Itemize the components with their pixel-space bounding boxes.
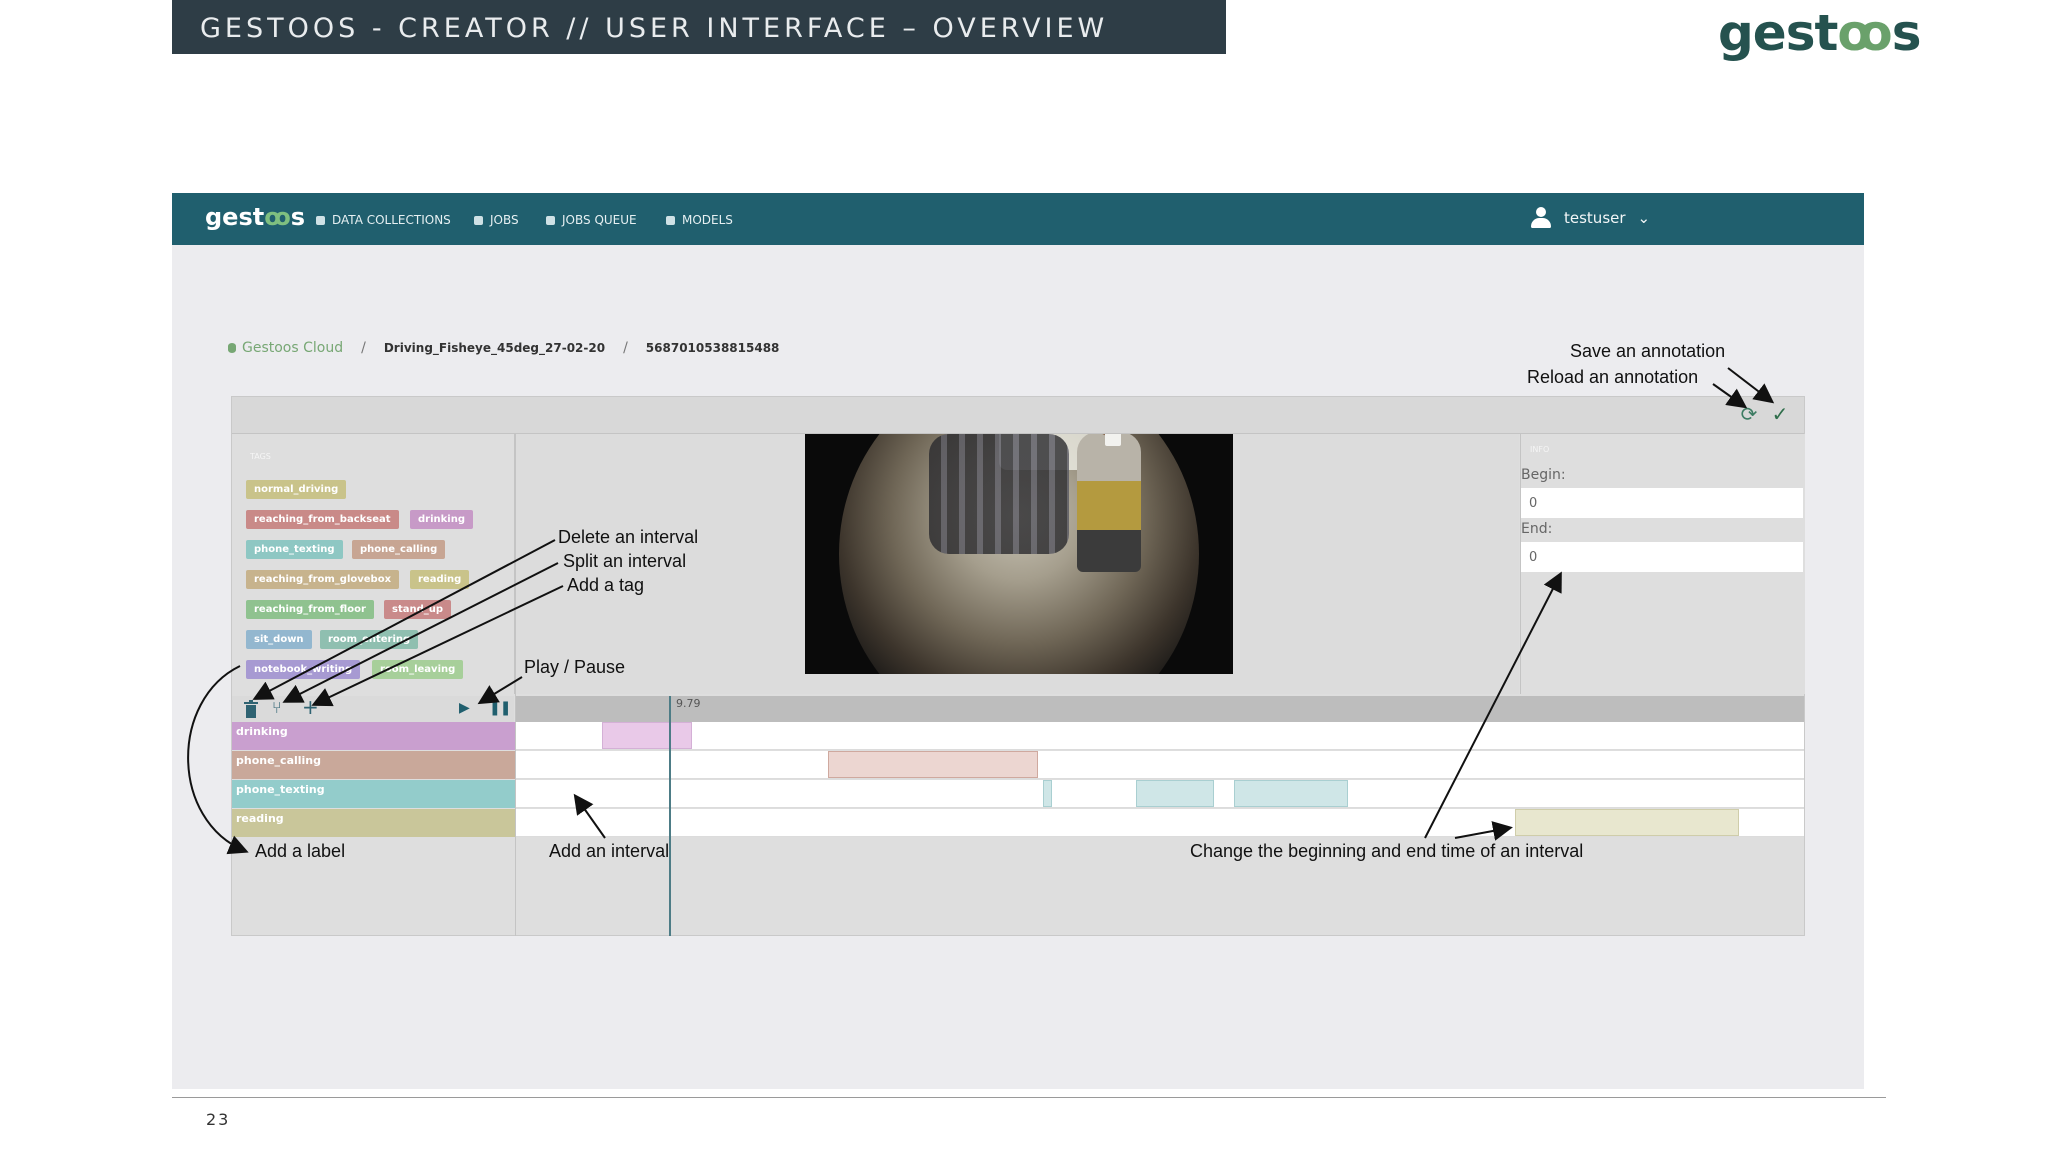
footer-divider: [172, 1097, 1886, 1098]
arrow-play-pause: [477, 676, 523, 705]
arrow-save: [1727, 367, 1775, 404]
arrow-change-time-begin: [1424, 571, 1562, 839]
arrow-add-tag: [311, 585, 564, 707]
arrow-add-label: [187, 665, 249, 855]
arrow-delete: [252, 539, 556, 700]
page-number: 23: [206, 1110, 231, 1129]
arrow-reload: [1712, 383, 1748, 409]
callout-arrows: [187, 367, 1775, 855]
arrow-change-time-interval: [1454, 821, 1513, 841]
arrow-add-interval: [573, 793, 606, 839]
